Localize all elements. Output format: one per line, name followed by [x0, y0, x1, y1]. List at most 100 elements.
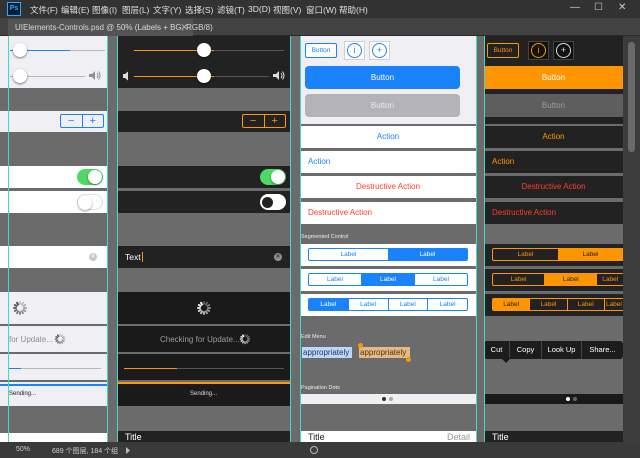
menu-layer[interactable]: 图层(L) — [122, 4, 149, 16]
segment-label[interactable]: Label — [347, 299, 388, 310]
menu-share[interactable]: Share... — [582, 341, 623, 359]
filled-button[interactable]: Button — [305, 66, 460, 89]
dark-clear-icon[interactable]: ✕ — [274, 253, 282, 261]
clear-icon[interactable]: ✕ — [89, 253, 97, 261]
page-dot-active[interactable] — [382, 397, 386, 401]
slider-row — [0, 36, 107, 64]
page-dot[interactable] — [389, 397, 393, 401]
dark-filled-button[interactable]: Button — [484, 66, 623, 89]
selection-handle-start[interactable] — [358, 343, 363, 348]
dark-stepper-plus-button[interactable]: + — [265, 115, 286, 127]
menu-look-up[interactable]: Look Up — [542, 341, 582, 359]
dark-segmented-control-3[interactable]: Label Label Label Label — [492, 298, 623, 311]
dark-switch-on[interactable] — [260, 169, 286, 185]
dark-action-left-row[interactable]: Action — [484, 151, 623, 173]
dark-segment-label[interactable]: Label — [493, 274, 546, 285]
dark-info-icon[interactable]: i — [531, 43, 546, 58]
menu-view[interactable]: 视图(V) — [273, 4, 301, 16]
menu-cut[interactable]: Cut — [484, 341, 510, 359]
action-centered-row[interactable]: Action — [300, 126, 476, 148]
menu-help[interactable]: 帮助(H) — [339, 4, 368, 16]
switch-off[interactable] — [77, 194, 103, 210]
destructive-centered-row[interactable]: Destructive Action — [300, 176, 476, 198]
dark-segmented-control-1[interactable]: Label Label — [492, 248, 623, 261]
dark-title-label-2: Title — [492, 432, 509, 442]
selection-handle-end[interactable] — [406, 357, 411, 362]
segment-label[interactable]: Label — [387, 299, 428, 310]
menu-filter[interactable]: 滤镜(T) — [217, 4, 245, 16]
segmented-row-2: Label Label Label — [300, 269, 476, 291]
vertical-scrollbar[interactable] — [623, 36, 640, 442]
dark-segment-label[interactable]: Label — [529, 299, 566, 310]
dark-destructive-centered-row[interactable]: Destructive Action — [484, 176, 623, 198]
destructive-left-row[interactable]: Destructive Action — [300, 202, 476, 224]
segment-label[interactable]: Label — [414, 274, 467, 285]
scroll-position-icon[interactable] — [310, 446, 318, 454]
switch-on[interactable] — [77, 169, 103, 185]
segment-label[interactable]: Label — [309, 274, 362, 285]
segmented-control-2[interactable]: Label Label Label — [308, 273, 468, 286]
outline-button[interactable]: Button — [305, 43, 337, 58]
dark-slider-knob[interactable] — [197, 43, 211, 57]
segment-label-selected[interactable]: Label — [362, 274, 414, 285]
segmented-control-3[interactable]: Label Label Label Label — [308, 298, 468, 311]
segment-label[interactable]: Label — [309, 249, 388, 260]
dark-stepper[interactable]: − + — [242, 114, 286, 128]
dark-add-button-box: + — [553, 41, 574, 60]
dark-outline-button[interactable]: Button — [487, 43, 519, 58]
dark-page-dot[interactable] — [573, 397, 577, 401]
menu-copy[interactable]: Copy — [510, 341, 542, 359]
dark-segment-label[interactable]: Label — [596, 274, 623, 285]
close-icon[interactable]: ✕ — [618, 2, 626, 13]
menu-window[interactable]: 窗口(W) — [306, 4, 337, 16]
menu-type[interactable]: 文字(Y) — [153, 4, 181, 16]
menu-edit[interactable]: 编辑(E) — [61, 4, 89, 16]
dark-segmented-control-2[interactable]: Label Label Label — [492, 273, 623, 286]
dark-segment-label[interactable]: Label — [493, 249, 558, 260]
slider-knob[interactable] — [13, 43, 27, 57]
segment-label-selected[interactable]: Label — [309, 299, 348, 310]
stepper-plus-button[interactable]: + — [83, 115, 104, 127]
segmented-control-1[interactable]: Label Label — [308, 248, 468, 261]
dark-segment-label[interactable]: Label — [603, 299, 623, 310]
volume-slider-row — [0, 64, 107, 88]
menu-select[interactable]: 选择(S) — [185, 4, 213, 16]
dark-action-centered-row[interactable]: Action — [484, 126, 623, 148]
light-buttons-column: Button i + Button Button Action Action D… — [300, 36, 476, 442]
stepper[interactable]: − + — [60, 114, 104, 128]
stepper-row: − + — [0, 111, 107, 132]
dark-volume-knob[interactable] — [197, 69, 211, 83]
menu-3d[interactable]: 3D(D) — [248, 4, 271, 14]
dark-destructive-left-row[interactable]: Destructive Action — [484, 202, 623, 224]
dark-stepper-minus-button[interactable]: − — [243, 115, 265, 127]
add-icon[interactable]: + — [372, 43, 387, 58]
tab-close-icon[interactable]: ✕ — [180, 22, 188, 33]
document-canvas[interactable]: − + ✕ for Update... Sending... − + Text … — [0, 36, 623, 442]
chevron-right-icon[interactable] — [125, 447, 131, 456]
dark-switch-off[interactable] — [260, 194, 286, 210]
guide-line — [290, 36, 291, 442]
segment-label[interactable]: Label — [427, 299, 467, 310]
segment-label-selected[interactable]: Label — [388, 249, 467, 260]
menu-file[interactable]: 文件(F) — [30, 4, 58, 16]
selected-word-2[interactable]: appropriately — [359, 347, 410, 358]
zoom-level[interactable]: 50% — [16, 446, 30, 453]
dark-segment-label-selected[interactable]: Label — [493, 299, 530, 310]
selected-word-1[interactable]: appropriately — [302, 347, 352, 358]
minimize-icon[interactable]: — — [570, 2, 580, 13]
dark-page-dot-active[interactable] — [566, 397, 570, 401]
dark-add-icon[interactable]: + — [556, 43, 571, 58]
stepper-minus-button[interactable]: − — [61, 115, 83, 127]
dark-segment-label-selected[interactable]: Label — [558, 249, 623, 260]
menu-image[interactable]: 图像(I) — [92, 4, 117, 16]
text-field-value[interactable]: Text — [125, 252, 143, 262]
dark-segment-label-selected[interactable]: Label — [545, 274, 597, 285]
action-left-row[interactable]: Action — [300, 151, 476, 173]
dark-segmented-row-2: Label Label Label — [484, 269, 623, 291]
volume-knob[interactable] — [13, 69, 27, 83]
maximize-icon[interactable]: ☐ — [594, 2, 603, 13]
info-icon[interactable]: i — [347, 43, 362, 58]
document-tab[interactable]: UIElements-Controls.psd @ 50% (Labels + … — [8, 19, 213, 36]
scrollbar-thumb[interactable] — [628, 42, 635, 152]
dark-segment-label[interactable]: Label — [566, 299, 604, 310]
